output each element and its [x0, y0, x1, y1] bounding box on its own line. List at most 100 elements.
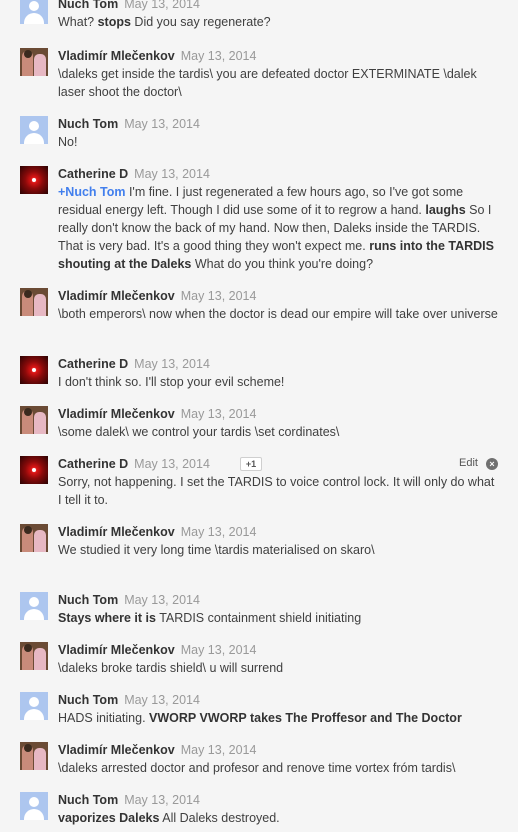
comment-item: Catherine D May 13, 2014 +1 Edit × Sorry, not… [0, 456, 518, 507]
edit-link[interactable]: Edit [459, 457, 478, 469]
avatar[interactable] [20, 742, 48, 770]
comment-text-segment: What do you think you're doing? [191, 257, 374, 271]
comment-date[interactable]: May 13, 2014 [124, 693, 200, 707]
comment-date[interactable]: May 13, 2014 [181, 49, 257, 63]
comment-item: Vladimír Mlečenkov May 13, 2014 We studied… [0, 524, 518, 564]
avatar[interactable] [20, 792, 48, 820]
author-name[interactable]: Vladimír Mlečenkov [58, 289, 175, 303]
comment-text: \daleks broke tardis shield\ u will surr… [58, 659, 498, 677]
comment-item: Vladimír Mlečenkov May 13, 2014 \daleks ge… [0, 48, 518, 99]
plus-one-button[interactable]: +1 [240, 457, 262, 471]
comment-text-segment: \both emperors\ now when the doctor is d… [58, 307, 498, 321]
comment-text-segment: No! [58, 135, 78, 149]
author-name[interactable]: Nuch Tom [58, 693, 118, 707]
emphasis-text: stops [97, 15, 131, 29]
avatar[interactable] [20, 692, 48, 720]
comment-item: Nuch Tom May 13, 2014 No! [0, 116, 518, 156]
comment-item: Vladimír Mlečenkov May 13, 2014 \some dale… [0, 406, 518, 446]
emphasis-text: VWORP VWORP takes The Proffesor and The … [149, 711, 462, 725]
comment-date[interactable]: May 13, 2014 [181, 407, 257, 421]
comment-date[interactable]: May 13, 2014 [124, 0, 200, 11]
comment-date[interactable]: May 13, 2014 [134, 357, 210, 371]
comment-meta: Vladimír Mlečenkov May 13, 2014 [58, 524, 256, 540]
comment-item: Vladimír Mlečenkov May 13, 2014 \daleks br… [0, 642, 518, 682]
delete-icon[interactable]: × [486, 458, 498, 470]
avatar[interactable] [20, 524, 48, 552]
comment-text-segment: I don't think so. I'll stop your evil sc… [58, 375, 285, 389]
avatar[interactable] [20, 0, 48, 24]
photo-figure [34, 648, 46, 670]
light-dot [32, 178, 36, 182]
avatar[interactable] [20, 356, 48, 384]
avatar[interactable] [20, 456, 48, 484]
comment-text-segment: All Daleks destroyed. [159, 811, 280, 825]
author-name[interactable]: Catherine D [58, 457, 128, 471]
person-icon-body [24, 809, 44, 820]
photo-figure [24, 526, 32, 534]
author-name[interactable]: Vladimír Mlečenkov [58, 743, 175, 757]
author-name[interactable]: Nuch Tom [58, 0, 118, 11]
comment-meta: Catherine D May 13, 2014 [58, 166, 210, 182]
comment-date[interactable]: May 13, 2014 [124, 593, 200, 607]
avatar[interactable] [20, 642, 48, 670]
avatar[interactable] [20, 48, 48, 76]
comment-item: Nuch Tom May 13, 2014 vaporizes Daleks All… [0, 792, 518, 832]
comment-item: Vladimír Mlečenkov May 13, 2014 \daleks ar… [0, 742, 518, 782]
person-icon-head [29, 1, 39, 11]
emphasis-text: vaporizes Daleks [58, 811, 160, 825]
avatar[interactable] [20, 592, 48, 620]
author-name[interactable]: Nuch Tom [58, 593, 118, 607]
author-name[interactable]: Vladimír Mlečenkov [58, 525, 175, 539]
comment-text-segment: \daleks get inside the tardis\ you are d… [58, 67, 477, 99]
photo-figure [34, 748, 46, 770]
author-name[interactable]: Vladimír Mlečenkov [58, 407, 175, 421]
person-icon-body [24, 133, 44, 144]
photo-figure [34, 530, 46, 552]
comment-date[interactable]: May 13, 2014 [134, 167, 210, 181]
author-name[interactable]: Vladimír Mlečenkov [58, 643, 175, 657]
mention-link[interactable]: +Nuch Tom [58, 185, 125, 199]
light-dot [32, 468, 36, 472]
avatar[interactable] [20, 406, 48, 434]
comment-meta: Vladimír Mlečenkov May 13, 2014 [58, 642, 256, 658]
avatar[interactable] [20, 288, 48, 316]
comment-text: Stays where it is TARDIS containment shi… [58, 609, 498, 627]
person-icon-head [29, 121, 39, 131]
comment-date[interactable]: May 13, 2014 [124, 793, 200, 807]
comment-text-segment: \some dalek\ we control your tardis \set… [58, 425, 340, 439]
comment-date[interactable]: May 13, 2014 [181, 525, 257, 539]
avatar[interactable] [20, 116, 48, 144]
comment-text: \both emperors\ now when the doctor is d… [58, 305, 498, 323]
photo-figure [34, 412, 46, 434]
comment-date[interactable]: May 13, 2014 [181, 643, 257, 657]
author-name[interactable]: Nuch Tom [58, 793, 118, 807]
comment-text-segment: What? [58, 15, 98, 29]
photo-figure [24, 50, 32, 58]
author-name[interactable]: Catherine D [58, 357, 128, 371]
comment-meta: Vladimír Mlečenkov May 13, 2014 [58, 742, 256, 758]
photo-figure [34, 294, 46, 316]
comment-item: Catherine D May 13, 2014 I don't think so.… [0, 356, 518, 396]
comment-meta: Vladimír Mlečenkov May 13, 2014 [58, 406, 256, 422]
author-name[interactable]: Nuch Tom [58, 117, 118, 131]
comment-meta: Nuch Tom May 13, 2014 [58, 592, 200, 608]
comment-date[interactable]: May 13, 2014 [181, 289, 257, 303]
photo-figure [34, 54, 46, 76]
comment-text: HADS initiating. VWORP VWORP takes The P… [58, 709, 498, 727]
comment-text: I don't think so. I'll stop your evil sc… [58, 373, 498, 391]
comment-item: Nuch Tom May 13, 2014 Stays where it is TA… [0, 592, 518, 632]
comment-item: Nuch Tom May 13, 2014 What? stops Did you … [0, 0, 518, 36]
comment-meta: Nuch Tom May 13, 2014 [58, 116, 200, 132]
comment-date[interactable]: May 13, 2014 [134, 457, 210, 471]
avatar[interactable] [20, 166, 48, 194]
author-name[interactable]: Vladimír Mlečenkov [58, 49, 175, 63]
comment-text: What? stops Did you say regenerate? [58, 13, 498, 31]
light-dot [32, 368, 36, 372]
comment-meta: Catherine D May 13, 2014 [58, 456, 210, 472]
author-name[interactable]: Catherine D [58, 167, 128, 181]
photo-figure [24, 290, 32, 298]
comment-date[interactable]: May 13, 2014 [181, 743, 257, 757]
comment-text: +Nuch Tom I'm fine. I just regenerated a… [58, 183, 498, 273]
comment-date[interactable]: May 13, 2014 [124, 117, 200, 131]
photo-figure [24, 744, 32, 752]
